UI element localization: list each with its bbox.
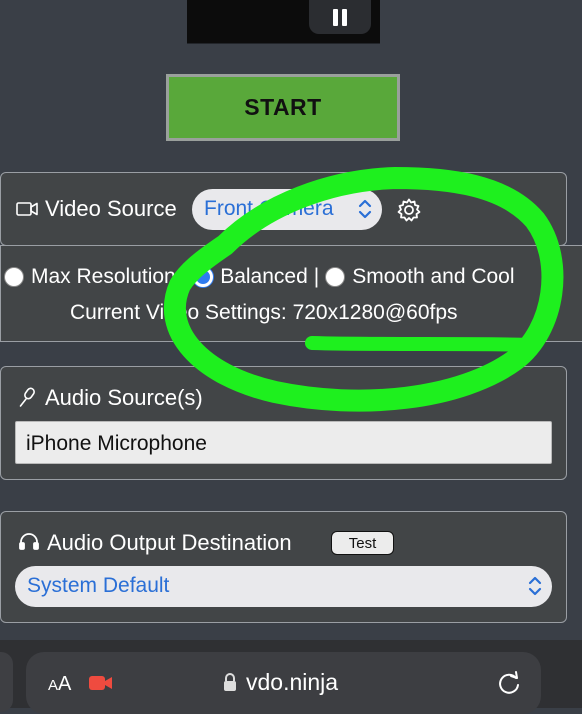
audio-source-field[interactable]: iPhone Microphone [15, 421, 552, 464]
chevron-updown-icon [358, 199, 372, 219]
url-domain[interactable]: vdo.ninja [246, 669, 338, 696]
test-button[interactable]: Test [331, 531, 394, 555]
option-smooth-and-cool[interactable]: Smooth and Cool [325, 265, 515, 289]
pause-button[interactable] [309, 0, 371, 34]
video-source-value: Front Camera [204, 197, 334, 220]
audio-source-label: Audio Source(s) [45, 385, 203, 410]
video-camera-icon [16, 202, 38, 216]
text-size-button[interactable]: AA [48, 673, 71, 696]
lock-icon [224, 673, 236, 691]
option-balanced[interactable]: Balanced [193, 265, 308, 289]
radio-max-resolution[interactable] [4, 267, 24, 287]
option-max-resolution[interactable]: Max Resolution [4, 265, 176, 289]
radio-balanced[interactable] [193, 267, 214, 287]
radio-smooth-and-cool[interactable] [325, 267, 346, 287]
audio-output-value: System Default [27, 574, 170, 597]
camera-recording-icon[interactable] [88, 674, 114, 692]
microphone-icon [19, 387, 35, 407]
chevron-updown-icon [528, 576, 542, 596]
audio-output-select[interactable]: System Default [15, 566, 552, 607]
resolution-options: Max Resolution | Balanced | Smooth and C… [4, 265, 521, 289]
headphones-icon [19, 533, 39, 550]
resolution-panel [0, 245, 582, 342]
pause-icon [333, 8, 338, 26]
gear-icon[interactable] [396, 197, 422, 223]
video-source-select[interactable]: Front Camera [192, 189, 382, 230]
reload-icon[interactable] [496, 670, 522, 696]
tab-stub[interactable] [0, 652, 13, 712]
video-source-label: Video Source [45, 196, 177, 221]
start-button[interactable]: START [166, 74, 400, 141]
current-video-settings: Current Video Settings: 720x1280@60fps [70, 301, 458, 324]
audio-output-label: Audio Output Destination [47, 530, 292, 555]
